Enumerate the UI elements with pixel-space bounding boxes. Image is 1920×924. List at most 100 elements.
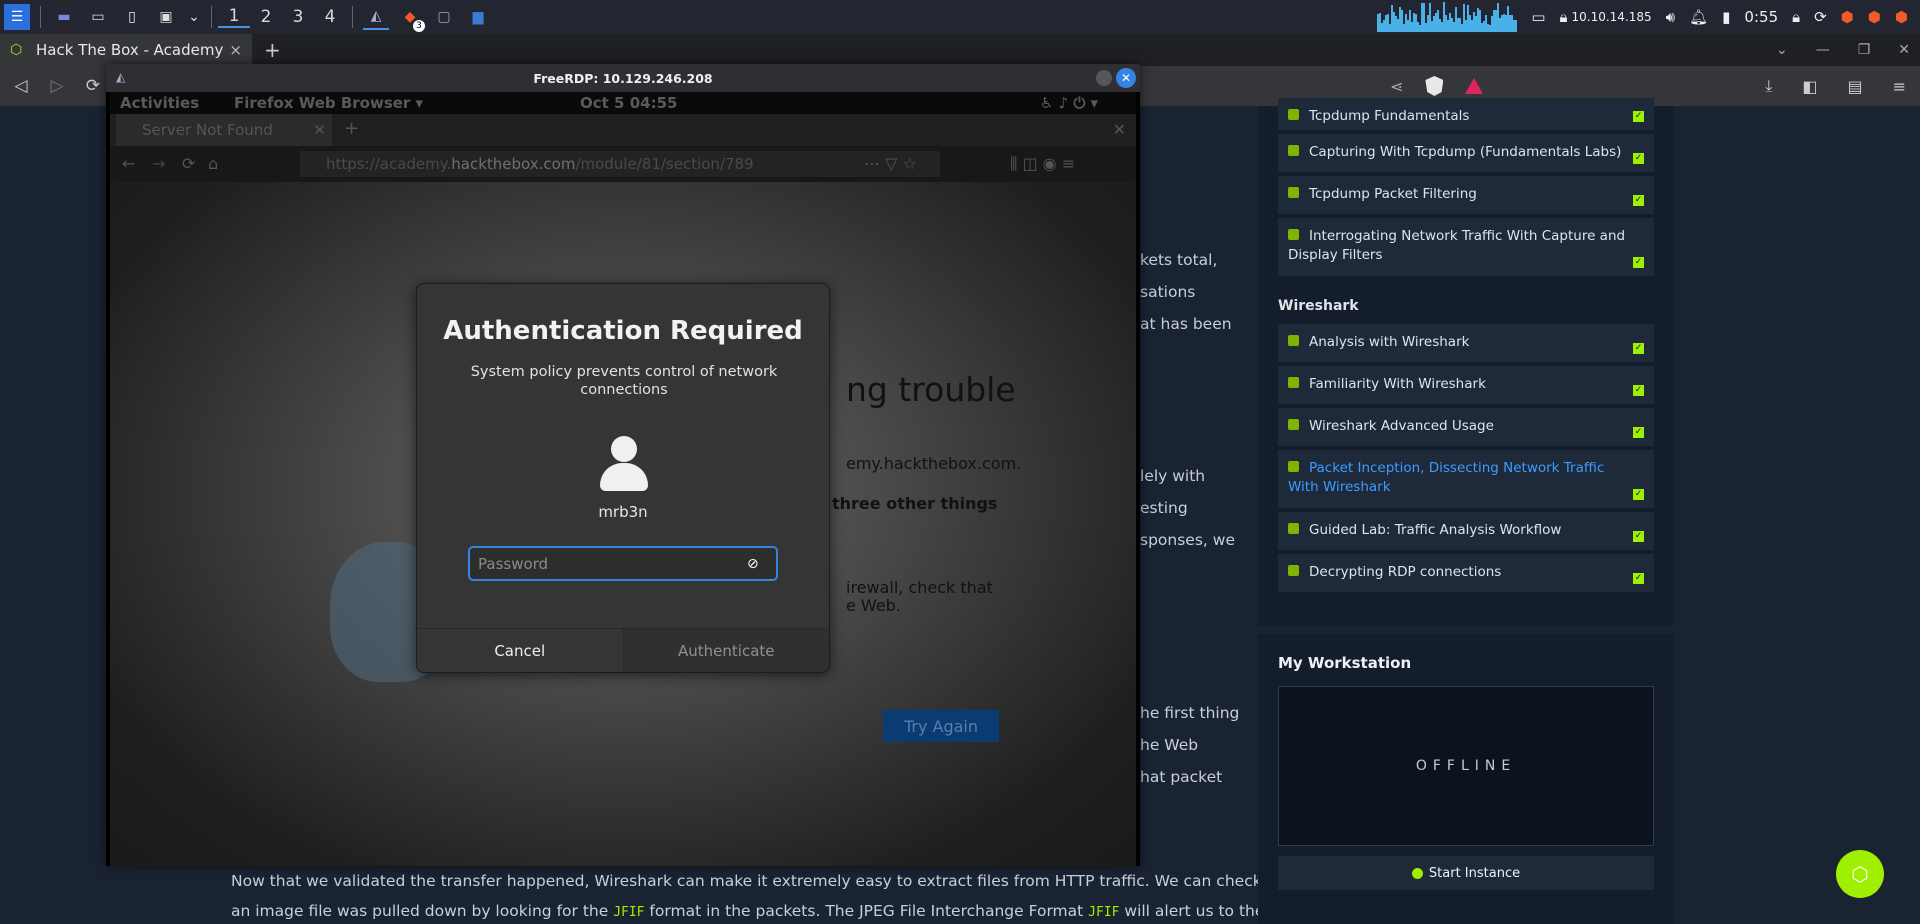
sidebar-item-analysis-wireshark[interactable]: Analysis with Wireshark ✓ [1278, 324, 1654, 362]
url-host: hackthebox.com [451, 155, 576, 173]
close-icon[interactable]: ✕ [1113, 120, 1126, 139]
brave-shield-icon[interactable]: ⬢ [1841, 8, 1854, 26]
gnome-status-icons[interactable]: ♿ ♪ ⏻ ▾ [1040, 94, 1098, 112]
folder-task-icon[interactable]: ▆ [465, 4, 491, 30]
reload-icon[interactable]: ⟳ [78, 76, 108, 96]
lock-icon[interactable]: 🔒︎ [1792, 8, 1800, 26]
body-paragraph-line: Now that we validated the transfer happe… [231, 872, 1329, 890]
brave-task-icon[interactable]: ◆ 3 [397, 4, 425, 32]
document-icon[interactable]: ▯ [119, 4, 145, 30]
sidebar-item-tcpdump-fundamentals[interactable]: Tcpdump Fundamentals ✓ [1278, 98, 1654, 130]
sidebar-icon[interactable]: ◧ [1802, 77, 1817, 96]
bell-icon[interactable]: 🔔︎ [1689, 8, 1708, 26]
monitor-icon[interactable]: ▭ [1531, 8, 1545, 26]
volume-icon[interactable]: 🔊︎ [1666, 8, 1675, 26]
home-icon[interactable]: ⌂ [208, 154, 218, 173]
refresh-icon[interactable]: ⟳ [1814, 8, 1827, 26]
clock: 0:55 [1744, 8, 1779, 26]
close-tab-icon[interactable]: ✕ [313, 121, 326, 139]
sidebar-section-wireshark: Wireshark [1278, 298, 1359, 314]
app-menu[interactable]: Firefox Web Browser ▾ [234, 94, 423, 112]
brave-shield-icon[interactable]: ⬢ [1868, 8, 1881, 26]
activities-button[interactable]: Activities [120, 94, 199, 112]
library-icon[interactable]: ⫼ ◫ ◉ ≡ [1010, 154, 1075, 174]
workstation-screen: OFFLINE [1278, 686, 1654, 846]
back-icon[interactable]: ◁ [6, 76, 36, 96]
cancel-button[interactable]: Cancel [417, 629, 624, 672]
workstation-status: OFFLINE [1415, 758, 1517, 774]
sidebar-item-tcpdump-filtering[interactable]: Tcpdump Packet Filtering ✓ [1278, 176, 1654, 214]
page-text-fragment: at has been [1140, 315, 1232, 333]
wallet-icon[interactable]: ▤ [1847, 77, 1862, 96]
sidebar-item-capturing-tcpdump[interactable]: Capturing With Tcpdump (Fundamentals Lab… [1278, 134, 1654, 172]
error-text-fragment: emy.hackthebox.com. [846, 454, 1022, 473]
download-icon[interactable]: ⤓ [1765, 76, 1772, 96]
hide-password-icon[interactable]: ⊘ [747, 556, 759, 572]
sidebar-item-interrogating-traffic[interactable]: Interrogating Network Traffic With Captu… [1278, 218, 1654, 276]
back-icon[interactable]: ← [122, 154, 135, 173]
close-window-button[interactable]: ✕ [1116, 68, 1136, 88]
forward-icon[interactable]: → [152, 154, 165, 173]
kali-menu-icon[interactable]: ☰ [4, 4, 30, 30]
sidebar-item-guided-lab[interactable]: Guided Lab: Traffic Analysis Workflow ✓ [1278, 512, 1654, 550]
check-icon: ✓ [1633, 195, 1644, 206]
dialog-title: Authentication Required [443, 316, 803, 346]
close-window-icon[interactable]: ✕ [1898, 42, 1910, 58]
error-text-fragment: e Web. [846, 596, 901, 615]
sidebar-item-packet-inception[interactable]: Packet Inception, Dissecting Network Tra… [1278, 450, 1654, 508]
brave-shield-icon[interactable]: ⬢ [1895, 8, 1908, 26]
workspace-3[interactable]: 3 [282, 7, 314, 27]
gnome-clock[interactable]: Oct 5 04:55 [580, 94, 677, 112]
freerdp-titlebar: ◭ FreeRDP: 10.129.246.208 ✕ [106, 64, 1140, 92]
authenticate-button[interactable]: Authenticate [623, 629, 829, 672]
url-path: /module/81/section/789 [575, 155, 754, 173]
sidebar-item-decrypting-rdp[interactable]: Decrypting RDP connections ✓ [1278, 554, 1654, 592]
network-icon[interactable]: 🔒︎ [1560, 8, 1568, 26]
tab-list-icon[interactable]: ⌄ [1776, 42, 1788, 58]
sidebar-item-label: Packet Inception, Dissecting Network Tra… [1288, 460, 1605, 495]
check-icon: ✓ [1633, 531, 1644, 542]
forward-icon[interactable]: ▷ [42, 76, 72, 96]
remote-desktop-screen[interactable]: Activities Firefox Web Browser ▾ Oct 5 0… [106, 92, 1140, 866]
chevron-down-icon[interactable]: ⌄ [187, 4, 201, 30]
htb-cube-fab-button[interactable]: ⬡ [1836, 850, 1884, 898]
try-again-button[interactable]: Try Again [883, 710, 999, 742]
files-icon[interactable]: ▭ [85, 4, 111, 30]
page-text-fragment: esting [1140, 499, 1188, 517]
battery-icon[interactable]: ▮ [1722, 8, 1730, 26]
new-tab-icon[interactable]: + [344, 118, 359, 139]
menu-icon[interactable]: ≡ [1893, 77, 1906, 96]
tab-hack-the-box[interactable]: ⬡ Hack The Box - Academy × [0, 34, 252, 66]
firefox-url-bar[interactable]: https://academy.hackthebox.com/module/81… [300, 151, 940, 177]
workspace-4[interactable]: 4 [314, 7, 346, 27]
terminal-icon[interactable]: ▣ [153, 4, 179, 30]
password-field[interactable] [468, 546, 778, 581]
minimize-button[interactable] [1096, 70, 1112, 86]
sidebar-item-label: Wireshark Advanced Usage [1309, 418, 1494, 434]
maximize-icon[interactable]: ❐ [1858, 42, 1871, 58]
sidebar-item-wireshark-advanced[interactable]: Wireshark Advanced Usage ✓ [1278, 408, 1654, 446]
freerdp-app-icon: ◭ [116, 70, 126, 84]
cube-icon [1288, 461, 1299, 472]
desktop-icon[interactable]: ▬ [51, 4, 77, 30]
workspace-2[interactable]: 2 [250, 7, 282, 27]
start-instance-button[interactable]: Start Instance [1278, 856, 1654, 890]
freerdp-task-icon[interactable]: ◭ [363, 4, 389, 30]
workspace-1[interactable]: 1 [218, 6, 250, 28]
toolbar-right: ⤓ ◧ ▤ ≡ [1765, 66, 1906, 106]
share-icon[interactable]: ⋖ [1390, 77, 1403, 96]
new-tab-button[interactable]: + [264, 38, 281, 62]
close-tab-icon[interactable]: × [229, 41, 242, 59]
firefox-tab[interactable]: Server Not Found ✕ [116, 114, 332, 146]
terminal-task-icon[interactable]: ▢ [431, 4, 457, 30]
check-icon: ✓ [1633, 573, 1644, 584]
brave-shields-icon[interactable] [1425, 76, 1444, 96]
reload-icon[interactable]: ⟳ [182, 154, 195, 173]
page-actions-icon[interactable]: ⋯ ▽ ☆ [864, 154, 917, 173]
dialog-message: System policy prevents control of networ… [470, 364, 778, 398]
minimize-icon[interactable]: — [1816, 42, 1830, 58]
brave-rewards-icon[interactable] [1465, 78, 1484, 94]
sidebar-item-familiarity-wireshark[interactable]: Familiarity With Wireshark ✓ [1278, 366, 1654, 404]
check-icon: ✓ [1633, 153, 1644, 164]
cube-icon [1288, 377, 1299, 388]
